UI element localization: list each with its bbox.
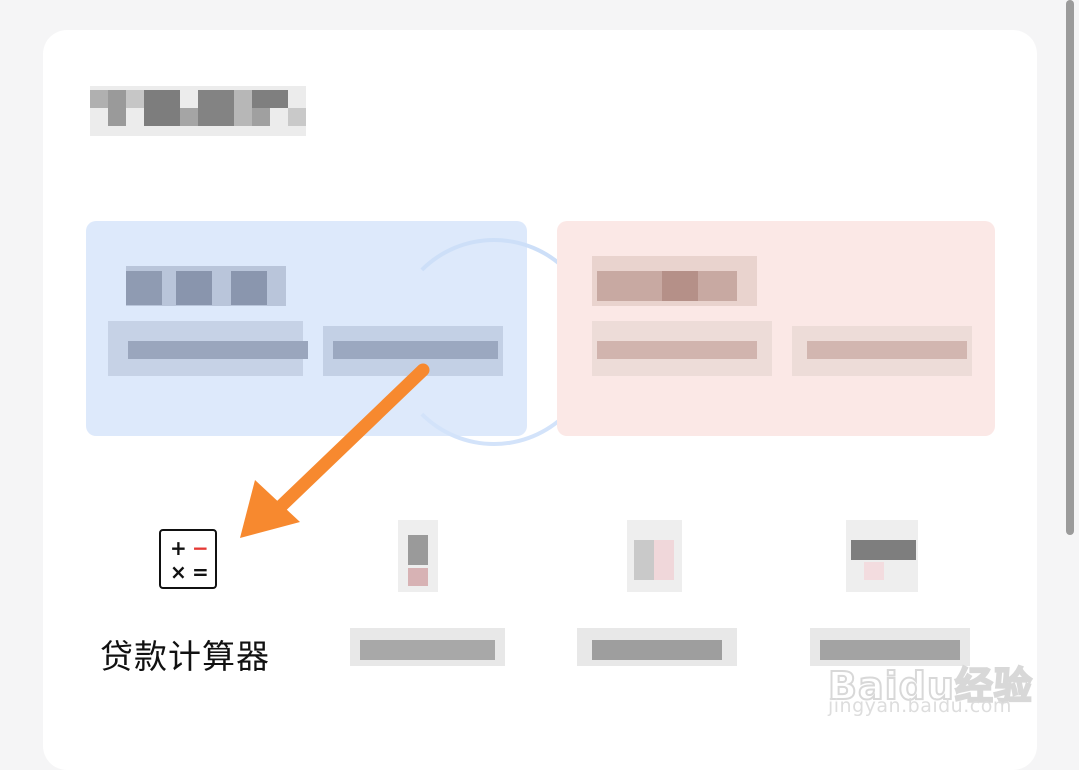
tool-icon-blurred[interactable]: [846, 520, 936, 592]
tool-label-blurred: [577, 628, 737, 666]
loan-calculator-label: 贷款计算器: [100, 637, 270, 676]
watermark-url: jingyan.baidu.com: [828, 695, 1012, 717]
calculator-icon: + − × =: [159, 529, 217, 589]
tool-icon-blurred[interactable]: [612, 520, 702, 592]
tool-label-blurred: [350, 628, 505, 666]
baidu-jingyan-watermark: Baidu经验 jingyan.baidu.com: [827, 630, 1033, 720]
tool-icon-blurred[interactable]: [378, 520, 468, 592]
scrollbar[interactable]: [1066, 0, 1074, 535]
